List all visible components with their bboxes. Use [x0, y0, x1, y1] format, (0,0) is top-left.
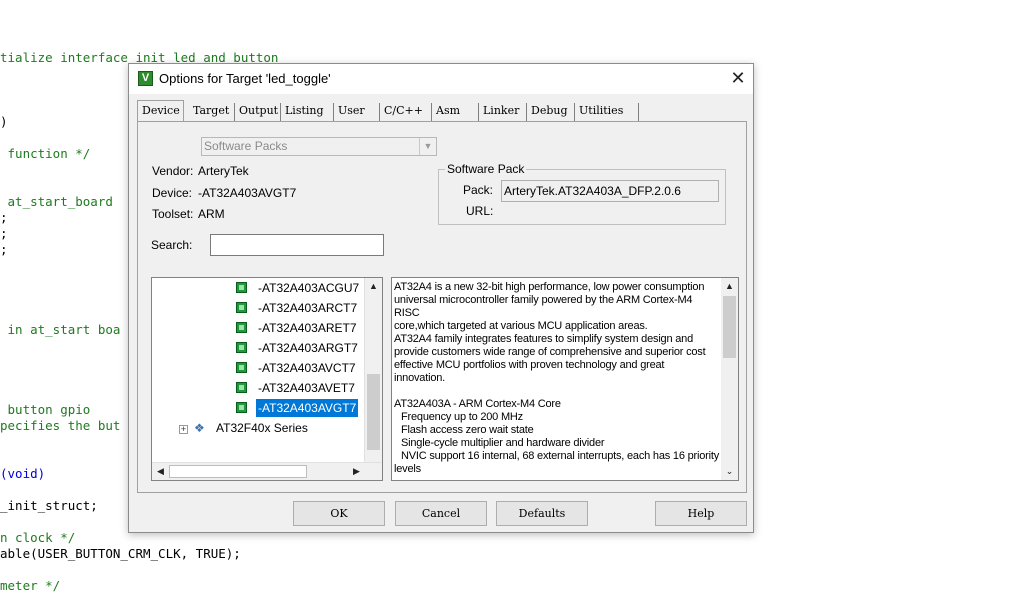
desc-scroll-thumb[interactable] — [723, 296, 736, 358]
desc-scroll-up-icon[interactable]: ▲ — [721, 278, 738, 295]
chip-icon — [236, 402, 247, 413]
tree-item-label: -AT32A403ARCT7 — [258, 301, 358, 315]
code-line: ; — [0, 242, 8, 257]
close-icon[interactable]: ✕ — [723, 64, 753, 94]
code-line: ; — [0, 210, 8, 225]
tab-cpp[interactable]: C/C++ — [380, 103, 432, 121]
tab-utilities[interactable]: Utilities — [575, 103, 639, 121]
tab-device[interactable]: Device — [137, 100, 184, 122]
tree-vertical-scrollbar[interactable]: ▲ ▼ — [364, 278, 382, 476]
vendor-value: ArteryTek — [198, 164, 249, 178]
tab-debug[interactable]: Debug — [527, 103, 575, 121]
description-line: core,which targeted at various MCU appli… — [394, 320, 648, 332]
pack-label: Pack: — [463, 183, 494, 197]
description-line: levels — [394, 463, 421, 475]
description-line: NVIC support 16 internal, 68 external in… — [401, 450, 720, 462]
scroll-right-icon[interactable]: ▶ — [348, 463, 365, 480]
code-line: _init_struct; — [0, 498, 98, 513]
description-line: Flash access zero wait state — [401, 424, 534, 436]
code-line: in at_start boa — [0, 322, 121, 337]
toolset-label: Toolset: — [152, 207, 194, 221]
tree-horizontal-scrollbar[interactable]: ◀ ▶ — [152, 462, 382, 480]
tab-output[interactable]: Output — [235, 103, 281, 121]
scroll-up-icon[interactable]: ▲ — [365, 278, 382, 295]
ok-button[interactable]: OK — [293, 501, 385, 526]
dialog-titlebar[interactable]: V Options for Target 'led_toggle' ✕ — [129, 64, 753, 94]
tab-user[interactable]: User — [334, 103, 380, 121]
tree-item-label: -AT32A403AVCT7 — [258, 361, 356, 375]
tree-item-label: -AT32A403AVGT7 — [256, 399, 359, 417]
description-scrollbar[interactable]: ▲ ⌄ — [721, 278, 738, 480]
search-input[interactable] — [210, 234, 384, 256]
description-line: Frequency up to 200 MHz — [401, 411, 523, 423]
description-line: provide customers wide range of comprehe… — [394, 346, 706, 358]
tree-item-label: -AT32A403ARGT7 — [258, 341, 358, 355]
code-line: (void) — [0, 466, 46, 481]
device-label: Device: — [152, 186, 193, 200]
code-line: meter */ — [0, 578, 61, 593]
device-description: AT32A4 is a new 32-bit high performance,… — [391, 277, 739, 481]
code-line: able(USER_BUTTON_CRM_CLK, TRUE); — [0, 546, 241, 561]
device-tab-panel: Software Packs ▼ Vendor: ArteryTek Devic… — [137, 121, 747, 493]
defaults-button[interactable]: Defaults — [496, 501, 588, 526]
keil-app-icon: V — [138, 71, 153, 86]
tab-target[interactable]: Target — [189, 103, 235, 121]
chip-icon — [236, 382, 247, 393]
tree-item-label: -AT32A403ACGU7 — [258, 281, 360, 295]
chevron-down-icon: ▼ — [419, 138, 436, 155]
software-packs-select[interactable]: Software Packs ▼ — [201, 137, 437, 156]
expand-icon[interactable]: + — [179, 425, 188, 434]
description-line — [394, 385, 720, 398]
code-line: function */ — [0, 146, 91, 161]
description-line: AT32A4 family integrates features to sim… — [394, 333, 694, 345]
tree-hscroll-thumb[interactable] — [169, 465, 307, 478]
chip-icon — [236, 362, 247, 373]
code-line: pecifies the but — [0, 418, 121, 433]
tree-item-at32f40x-series[interactable]: AT32F40x Series — [216, 419, 308, 437]
description-line: effective MCU portfolios with proven tec… — [394, 359, 665, 371]
chip-icon — [236, 342, 247, 353]
tab-listing[interactable]: Listing — [281, 103, 334, 121]
chip-icon — [236, 302, 247, 313]
device-value: -AT32A403AVGT7 — [198, 186, 297, 200]
device-tree[interactable]: -AT32A403ACGU7 -AT32A403ARCT7 -AT32A403ARE… — [151, 277, 383, 481]
software-packs-value: Software Packs — [204, 139, 288, 153]
dialog-title: Options for Target 'led_toggle' — [159, 71, 331, 86]
url-label: URL: — [466, 204, 494, 218]
software-pack-group: Software Pack Pack: ArteryTek.AT32A403A_… — [438, 162, 726, 225]
description-line: AT32A4 is a new 32-bit high performance,… — [394, 281, 705, 293]
tree-item-label: -AT32A403AVET7 — [258, 381, 355, 395]
code-line: button gpio — [0, 402, 91, 417]
cancel-button[interactable]: Cancel — [395, 501, 487, 526]
code-line: ) — [0, 114, 8, 129]
chip-icon — [236, 322, 247, 333]
options-dialog: V Options for Target 'led_toggle' ✕ Devi… — [128, 63, 754, 533]
help-button[interactable]: Help — [655, 501, 747, 526]
code-line: at_start_board — [0, 194, 113, 209]
code-line: n clock */ — [0, 530, 76, 545]
description-line: universal microcontroller family powered… — [394, 294, 693, 319]
tab-linker[interactable]: Linker — [479, 103, 527, 121]
chip-icon — [236, 282, 247, 293]
desc-scroll-down-icon[interactable]: ⌄ — [721, 463, 738, 480]
description-line: AT32A403A - ARM Cortex-M4 Core — [394, 398, 561, 410]
description-line: innovation. — [394, 372, 446, 384]
code-line: ; — [0, 226, 8, 241]
pack-field: ArteryTek.AT32A403A_DFP.2.0.6 — [501, 180, 719, 202]
scroll-left-icon[interactable]: ◀ — [152, 463, 169, 480]
tab-asm[interactable]: Asm — [432, 103, 479, 121]
toolset-value: ARM — [198, 207, 225, 221]
tree-scroll-thumb[interactable] — [367, 374, 380, 450]
vendor-label: Vendor: — [152, 164, 194, 178]
device-series-icon: ❖ — [194, 421, 205, 435]
search-label: Search: — [151, 238, 193, 252]
description-line: Single-cycle multiplier and hardware div… — [401, 437, 605, 449]
tree-item-label: -AT32A403ARET7 — [258, 321, 357, 335]
description-text: AT32A4 is a new 32-bit high performance,… — [394, 281, 720, 476]
software-pack-title: Software Pack — [445, 162, 527, 176]
